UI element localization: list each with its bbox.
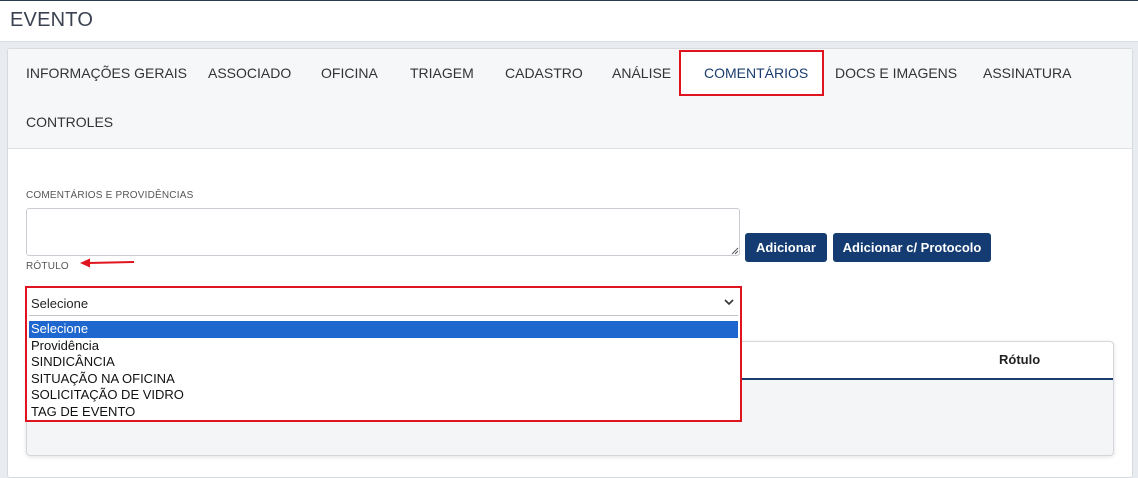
- add-button[interactable]: Adicionar: [745, 233, 827, 262]
- tab-docs-e-imagens[interactable]: DOCS E IMAGENS: [835, 65, 957, 81]
- option-selecione[interactable]: Selecione: [29, 321, 738, 338]
- option-sindicancia[interactable]: SINDICÂNCIA: [29, 354, 738, 371]
- rotulo-label: RÓTULO: [26, 261, 69, 272]
- tabs-bar: INFORMAÇÕES GERAIS ASSOCIADO OFICINA TRI…: [8, 49, 1132, 149]
- page-header: EVENTO: [0, 1, 1138, 42]
- tab-oficina[interactable]: OFICINA: [321, 65, 378, 81]
- chevron-down-icon[interactable]: [724, 298, 734, 306]
- option-tag-de-evento[interactable]: TAG DE EVENTO: [29, 404, 738, 421]
- comments-textarea[interactable]: [26, 208, 740, 256]
- tab-associado[interactable]: ASSOCIADO: [208, 65, 291, 81]
- comments-label: COMENTÁRIOS E PROVIDÊNCIAS: [26, 190, 194, 201]
- page-title: EVENTO: [10, 9, 94, 31]
- tab-controles[interactable]: CONTROLES: [26, 114, 113, 130]
- tab-analise[interactable]: ANÁLISE: [612, 65, 671, 81]
- tab-comentarios[interactable]: COMENTÁRIOS: [704, 65, 808, 81]
- tab-cadastro[interactable]: CADASTRO: [505, 65, 583, 81]
- rotulo-options-list: Selecione Providência SINDICÂNCIA SITUAÇ…: [29, 321, 738, 420]
- resize-grip-icon[interactable]: [730, 246, 739, 255]
- rotulo-select-highlight: Selecione Selecione Providência SINDICÂN…: [25, 286, 742, 422]
- event-card: INFORMAÇÕES GERAIS ASSOCIADO OFICINA TRI…: [7, 48, 1133, 478]
- option-providencia[interactable]: Providência: [29, 338, 738, 355]
- rotulo-select[interactable]: Selecione: [29, 290, 738, 316]
- option-situacao-na-oficina[interactable]: SITUAÇÃO NA OFICINA: [29, 371, 738, 388]
- option-solicitacao-de-vidro[interactable]: SOLICITAÇÃO DE VIDRO: [29, 387, 738, 404]
- tab-assinatura[interactable]: ASSINATURA: [983, 65, 1071, 81]
- tab-informacoes-gerais[interactable]: INFORMAÇÕES GERAIS: [26, 65, 187, 81]
- tab-triagem[interactable]: TRIAGEM: [410, 65, 474, 81]
- select-current-value: Selecione: [31, 296, 89, 311]
- red-arrow-icon: [80, 258, 135, 268]
- add-with-protocol-button[interactable]: Adicionar c/ Protocolo: [833, 233, 991, 262]
- column-header-rotulo: Rótulo: [999, 352, 1041, 367]
